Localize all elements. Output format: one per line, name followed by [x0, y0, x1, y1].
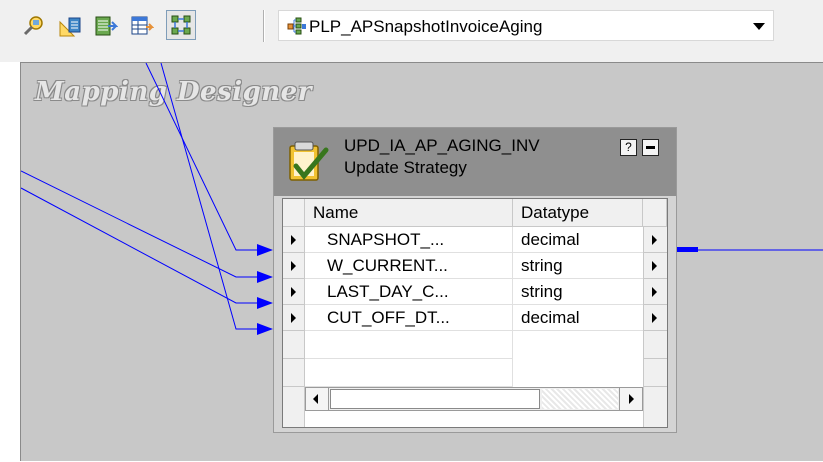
empty-row-output: [643, 331, 667, 359]
transformation-developer-button[interactable]: [90, 10, 120, 40]
grid-bottom-left: [283, 387, 305, 427]
empty-cell: [305, 359, 513, 387]
mapping-designer-icon: [171, 15, 191, 35]
empty-cell: [305, 331, 513, 359]
input-port-marker[interactable]: [283, 253, 305, 279]
input-port-marker[interactable]: [283, 279, 305, 305]
link-arrow-icon: [257, 244, 273, 256]
mapping-icon: [287, 17, 306, 35]
port-name: CUT_OFF_DT...: [305, 305, 513, 331]
empty-row-selector: [283, 359, 305, 387]
input-port-marker[interactable]: [283, 227, 305, 253]
port-row[interactable]: CUT_OFF_DT... decimal: [283, 305, 667, 331]
scroll-track[interactable]: [542, 389, 618, 409]
output-port-marker[interactable]: [643, 279, 667, 305]
link-arrow-icon: [257, 297, 273, 309]
port-name: LAST_DAY_C...: [305, 279, 513, 305]
chevron-down-icon[interactable]: [753, 23, 765, 30]
transformation-name: UPD_IA_AP_AGING_INV: [344, 136, 540, 155]
scroll-left-button[interactable]: [306, 388, 329, 410]
mapplet-designer-button[interactable]: [126, 10, 156, 40]
scroll-thumb[interactable]: [330, 389, 540, 409]
horizontal-scrollbar[interactable]: [305, 387, 643, 411]
port-row[interactable]: W_CURRENT... string: [283, 253, 667, 279]
mapping-select-value: PLP_APSnapshotInvoiceAging: [309, 17, 543, 36]
update-strategy-icon: [289, 141, 329, 181]
port-datatype: string: [513, 253, 643, 279]
target-designer-icon: [59, 17, 81, 37]
empty-row-selector: [283, 331, 305, 359]
update-strategy-transformation[interactable]: UPD_IA_AP_AGING_INV Update Strategy ? Na…: [273, 127, 677, 433]
empty-row-output: [643, 359, 667, 387]
output-port-marker[interactable]: [643, 305, 667, 331]
mapping-select[interactable]: PLP_APSnapshotInvoiceAging: [278, 10, 774, 41]
link-line: [21, 170, 257, 278]
link-line: [21, 187, 257, 304]
input-port-marker[interactable]: [283, 305, 305, 331]
mapping-designer-button[interactable]: [166, 10, 196, 40]
port-datatype: string: [513, 279, 643, 305]
column-header-datatype[interactable]: Datatype: [513, 199, 643, 227]
port-row[interactable]: SNAPSHOT_... decimal: [283, 227, 667, 253]
port-datatype: decimal: [513, 305, 643, 331]
minimize-button[interactable]: [642, 139, 659, 156]
designer-toolbar: PLP_APSnapshotInvoiceAging: [0, 0, 823, 62]
toolbar-separator: [263, 10, 265, 42]
output-port-marker[interactable]: [643, 253, 667, 279]
target-designer-button[interactable]: [54, 10, 84, 40]
link-output-stub: [676, 247, 698, 252]
link-line: [145, 63, 257, 251]
port-datatype: decimal: [513, 227, 643, 253]
row-selector-header: [283, 199, 305, 227]
link-arrow-icon: [257, 323, 273, 335]
port-name: W_CURRENT...: [305, 253, 513, 279]
port-name: SNAPSHOT_...: [305, 227, 513, 253]
empty-port-row: [283, 331, 667, 359]
transformation-developer-icon: [95, 16, 118, 36]
link-arrow-icon: [257, 271, 273, 283]
transformation-header[interactable]: UPD_IA_AP_AGING_INV Update Strategy ?: [274, 128, 676, 196]
port-row[interactable]: LAST_DAY_C... string: [283, 279, 667, 305]
ports-grid: Name Datatype SNAPSHOT_... decimal W_CUR…: [282, 198, 668, 428]
scroll-right-button[interactable]: [619, 388, 642, 410]
help-button[interactable]: ?: [620, 139, 637, 156]
source-analyzer-icon: [23, 16, 43, 36]
source-analyzer-button[interactable]: [18, 10, 48, 40]
column-header-name[interactable]: Name: [305, 199, 513, 227]
grid-bottom-right: [643, 387, 667, 427]
output-port-marker[interactable]: [643, 227, 667, 253]
transformation-type: Update Strategy: [344, 158, 467, 177]
mapplet-designer-icon: [131, 16, 154, 35]
empty-port-row: [283, 359, 667, 387]
output-header: [643, 199, 667, 227]
